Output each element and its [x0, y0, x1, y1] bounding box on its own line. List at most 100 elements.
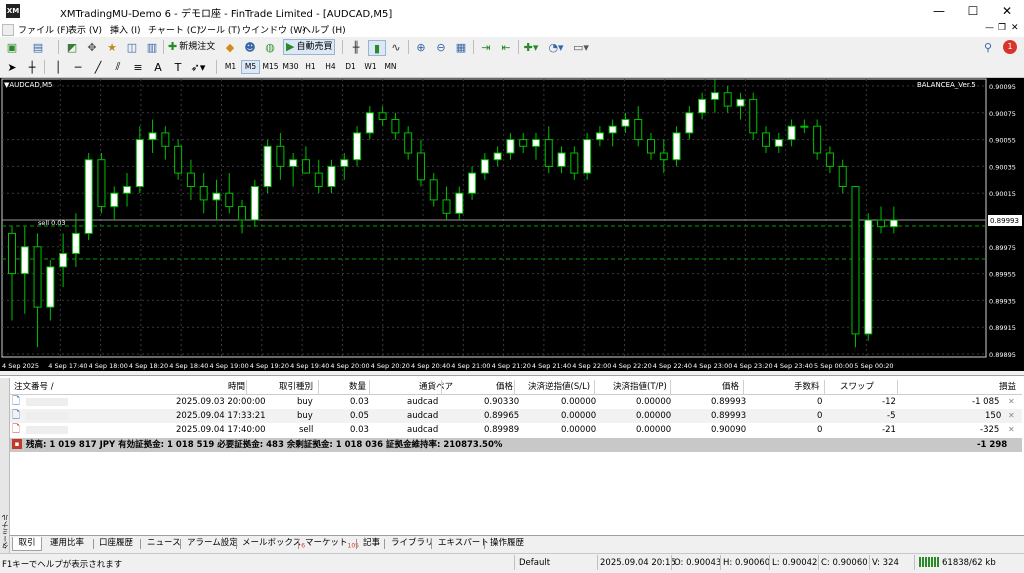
connection-indicator-icon[interactable] — [919, 557, 939, 567]
minimize-button[interactable]: — — [922, 0, 956, 22]
tab-mailbox[interactable]: メールボックス6 — [242, 537, 305, 550]
close-position-icon[interactable]: ✕ — [1008, 395, 1015, 409]
col-header-symbol[interactable]: 通貨ペア — [419, 380, 453, 394]
close-button[interactable]: ✕ — [990, 0, 1024, 22]
col-header-price[interactable]: 価格 — [496, 380, 513, 394]
menu-insert[interactable]: 挿入 (I) — [110, 23, 141, 36]
menu-chart[interactable]: チャート (C) — [148, 23, 200, 36]
chart-shift-icon[interactable]: ⇤ — [498, 40, 514, 54]
indicators-icon[interactable]: ✚▾ — [523, 40, 539, 54]
time-tick-label: 4 Sep 2025 — [2, 362, 39, 370]
tab-library[interactable]: ライブラリ — [391, 537, 434, 550]
close-child-icon[interactable]: ✕ — [1011, 23, 1019, 33]
col-header-swap[interactable]: スワップ — [840, 380, 874, 394]
candle-body — [698, 98, 707, 114]
arrows-icon[interactable]: ➶▾ — [190, 60, 206, 74]
timeframe-w1[interactable]: W1 — [362, 60, 379, 74]
menu-view[interactable]: 表示 (V) — [68, 23, 102, 36]
tab-account-history[interactable]: 口座履歴 — [99, 537, 133, 550]
minimize-child-icon[interactable]: — — [985, 23, 994, 33]
timeframe-h1[interactable]: H1 — [302, 60, 319, 74]
tab-trade[interactable]: 取引 — [12, 537, 42, 551]
timeframe-m15[interactable]: M15 — [262, 60, 279, 74]
menu-help[interactable]: ヘルプ (H) — [302, 23, 346, 36]
market-watch-icon[interactable]: ◩ — [64, 40, 80, 54]
sl-cell[interactable]: 0.00000 — [561, 423, 596, 437]
tab-alerts[interactable]: アラーム設定 — [187, 537, 238, 550]
terminal-icon[interactable]: ◫ — [124, 40, 140, 54]
menu-file[interactable]: ファイル (F) — [18, 23, 69, 36]
trendline-icon[interactable]: ╱ — [90, 60, 106, 74]
maximize-button[interactable]: ☐ — [956, 0, 990, 22]
sl-cell[interactable]: 0.00000 — [561, 409, 596, 423]
equidistant-channel-icon[interactable]: ⫽ — [110, 60, 126, 74]
tab-journal[interactable]: 操作履歴 — [490, 537, 524, 550]
candlestick-icon[interactable]: ▮ — [368, 40, 386, 56]
sl-cell[interactable]: 0.00000 — [561, 395, 596, 409]
col-header-type[interactable]: 取引種別 — [279, 380, 313, 394]
col-header-time[interactable]: 時間 — [228, 380, 245, 394]
candle-body — [442, 199, 451, 214]
navigator-icon[interactable]: ★ — [104, 40, 120, 54]
text-icon[interactable]: A — [150, 60, 166, 74]
new-chart-icon[interactable]: ▣ — [4, 40, 20, 54]
crosshair-icon[interactable]: ┼ — [24, 60, 40, 74]
table-row[interactable]: 🗋 2025.09.03 20:00:00 buy 0.03 audcad 0.… — [10, 395, 1022, 409]
notification-badge[interactable]: 1 — [1003, 40, 1017, 54]
zoom-in-icon[interactable]: ⊕ — [413, 40, 429, 54]
new-order-button[interactable]: ✚ 新規注文 — [168, 39, 215, 55]
table-row[interactable]: 🗋 2025.09.04 17:40:00 sell 0.03 audcad 0… — [10, 423, 1022, 437]
zoom-out-icon[interactable]: ⊖ — [433, 40, 449, 54]
col-header-profit[interactable]: 損益 — [999, 380, 1016, 394]
timeframe-m5[interactable]: M5 — [241, 60, 260, 74]
tp-cell[interactable]: 0.00000 — [636, 423, 671, 437]
tab-market[interactable]: マーケット105 — [305, 537, 359, 550]
col-header-ticket[interactable]: 注文番号 / — [14, 380, 54, 394]
col-header-tp[interactable]: 決済指値(T/P) — [613, 380, 667, 394]
data-window-icon[interactable]: ✥ — [84, 40, 100, 54]
tab-experts[interactable]: エキスパート — [438, 537, 489, 550]
tab-exposure[interactable]: 運用比率 — [50, 537, 84, 550]
market-icon[interactable]: ◍ — [262, 40, 278, 54]
tile-windows-icon[interactable]: ▦ — [453, 40, 469, 54]
timeframe-mn[interactable]: MN — [382, 60, 399, 74]
periods-icon[interactable]: ◔▾ — [548, 40, 564, 54]
profiles-icon[interactable]: ▤ — [30, 40, 46, 54]
table-row[interactable]: 🗋 2025.09.04 17:33:21 buy 0.05 audcad 0.… — [10, 409, 1022, 423]
timeframe-h4[interactable]: H4 — [322, 60, 339, 74]
cursor-icon[interactable]: ➤ — [4, 60, 20, 74]
metaeditor-icon[interactable]: ◆ — [222, 40, 238, 54]
col-header-sl[interactable]: 決済逆指値(S/L) — [528, 380, 590, 394]
horizontal-line-icon[interactable]: ─ — [70, 60, 86, 74]
menu-tools[interactable]: ツール (T) — [198, 23, 240, 36]
timeframe-d1[interactable]: D1 — [342, 60, 359, 74]
vertical-line-icon[interactable]: │ — [50, 60, 66, 74]
strategy-tester-icon[interactable]: ▥ — [144, 40, 160, 54]
close-position-icon[interactable]: ✕ — [1008, 409, 1015, 423]
templates-icon[interactable]: ▭▾ — [573, 40, 589, 54]
timeframe-m1[interactable]: M1 — [222, 60, 239, 74]
candlestick-chart[interactable]: 0.90095 0.90075 0.90055 0.90035 0.90015 0.899… — [0, 78, 1024, 371]
signals-icon[interactable]: ☻ — [242, 40, 258, 54]
menu-window[interactable]: ウインドウ (W) — [242, 23, 306, 36]
bar-chart-icon[interactable]: ╫ — [348, 40, 364, 54]
tab-articles[interactable]: 記事 — [363, 537, 380, 550]
restore-child-icon[interactable]: ❐ — [998, 23, 1006, 33]
col-header-current-price[interactable]: 価格 — [722, 380, 739, 394]
tab-news[interactable]: ニュース — [147, 537, 181, 550]
close-position-icon[interactable]: ✕ — [1008, 423, 1015, 437]
tp-cell[interactable]: 0.00000 — [636, 409, 671, 423]
auto-trade-button[interactable]: ▶ 自動売買 — [283, 39, 336, 55]
chart-window[interactable]: 0.90095 0.90075 0.90055 0.90035 0.90015 0.899… — [0, 78, 1024, 371]
fibonacci-icon[interactable]: ≡ — [130, 60, 146, 74]
search-icon[interactable]: ⚲ — [980, 40, 996, 54]
auto-scroll-icon[interactable]: ⇥ — [478, 40, 494, 54]
status-profile[interactable]: Default — [519, 558, 550, 568]
col-header-commission[interactable]: 手数料 — [794, 380, 820, 394]
tp-cell[interactable]: 0.00000 — [636, 395, 671, 409]
col-header-volume[interactable]: 数量 — [349, 380, 366, 394]
line-chart-icon[interactable]: ∿ — [388, 40, 404, 54]
timeframe-m30[interactable]: M30 — [282, 60, 299, 74]
document-icon[interactable] — [2, 24, 14, 36]
text-label-icon[interactable]: T — [170, 60, 186, 74]
